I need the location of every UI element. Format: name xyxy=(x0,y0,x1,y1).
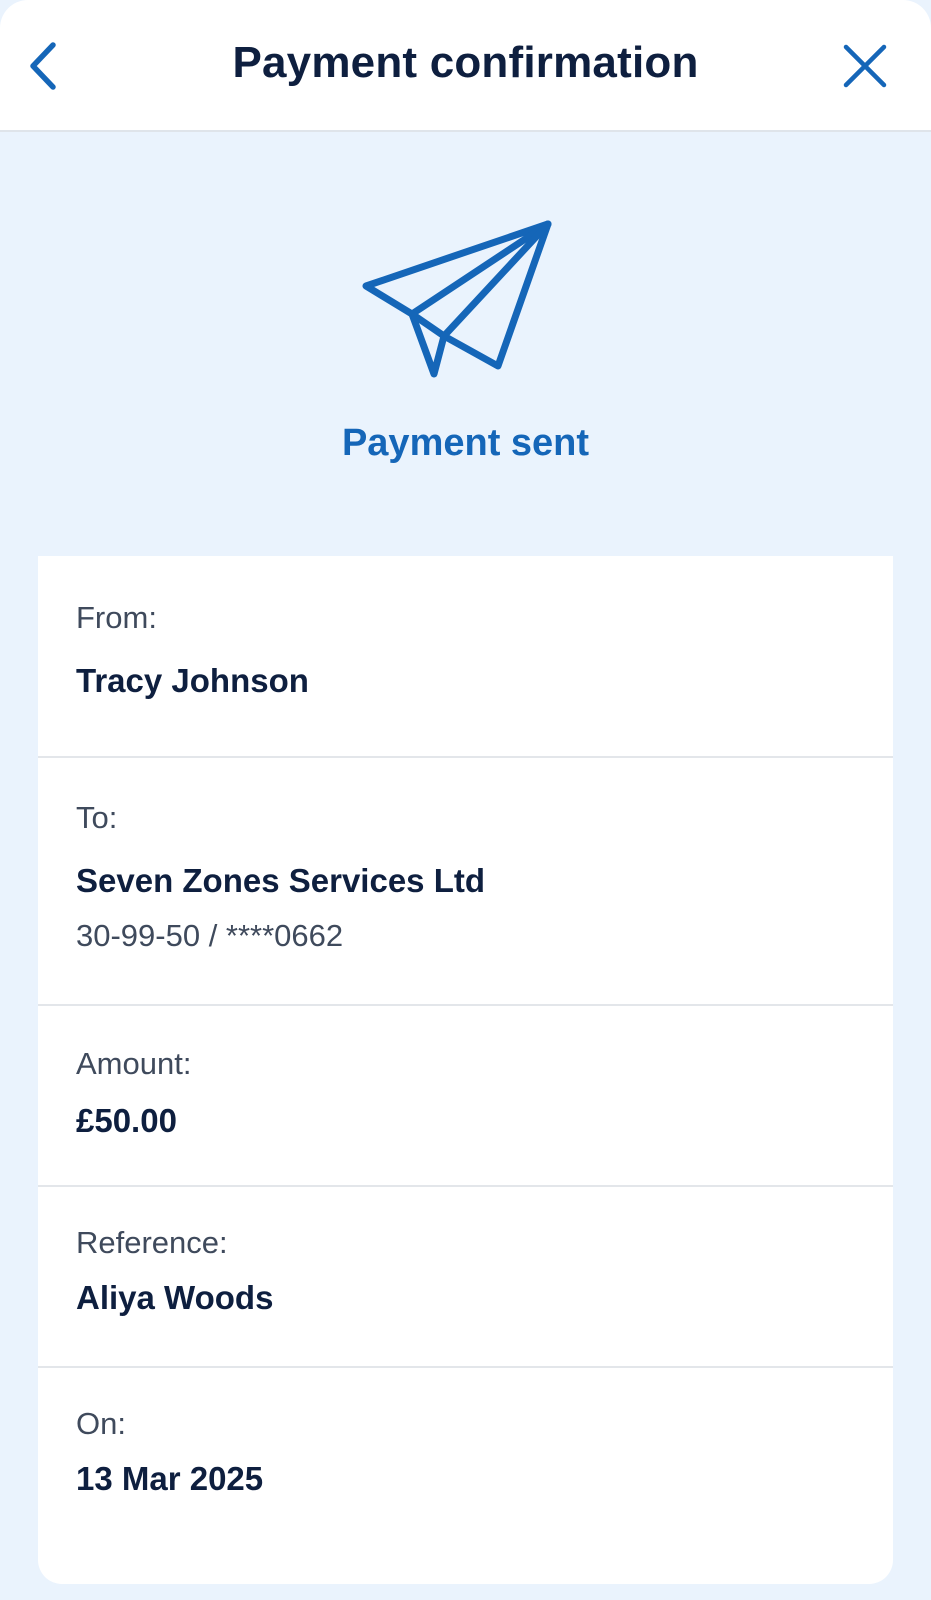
amount-value: £50.00 xyxy=(76,1102,177,1139)
date-label: On: xyxy=(76,1406,126,1441)
reference-row: Reference: Aliya Woods xyxy=(38,1187,893,1368)
reference-label: Reference: xyxy=(76,1225,228,1260)
to-value: Seven Zones Services Ltd xyxy=(76,862,486,899)
amount-label: Amount: xyxy=(76,1046,192,1081)
date-value: 13 Mar 2025 xyxy=(76,1460,264,1497)
date-row: On: 13 Mar 2025 xyxy=(38,1368,893,1584)
reference-value: Aliya Woods xyxy=(76,1279,274,1316)
close-icon xyxy=(843,44,887,88)
page-title: Payment confirmation xyxy=(232,38,699,87)
payment-status: Payment sent xyxy=(341,422,590,464)
paper-plane-icon xyxy=(362,220,552,378)
payment-details-card: From: Tracy Johnson To: Seven Zones Serv… xyxy=(38,556,893,1584)
to-account: 30-99-50 / ****0662 xyxy=(76,918,344,953)
to-label: To: xyxy=(76,800,118,835)
from-label: From: xyxy=(76,600,157,635)
from-row: From: Tracy Johnson xyxy=(38,556,893,758)
close-button[interactable] xyxy=(835,36,895,96)
top-bar: Payment confirmation xyxy=(0,0,931,132)
amount-row: Amount: £50.00 xyxy=(38,1006,893,1187)
from-value: Tracy Johnson xyxy=(76,662,309,699)
to-row: To: Seven Zones Services Ltd 30-99-50 / … xyxy=(38,758,893,1006)
